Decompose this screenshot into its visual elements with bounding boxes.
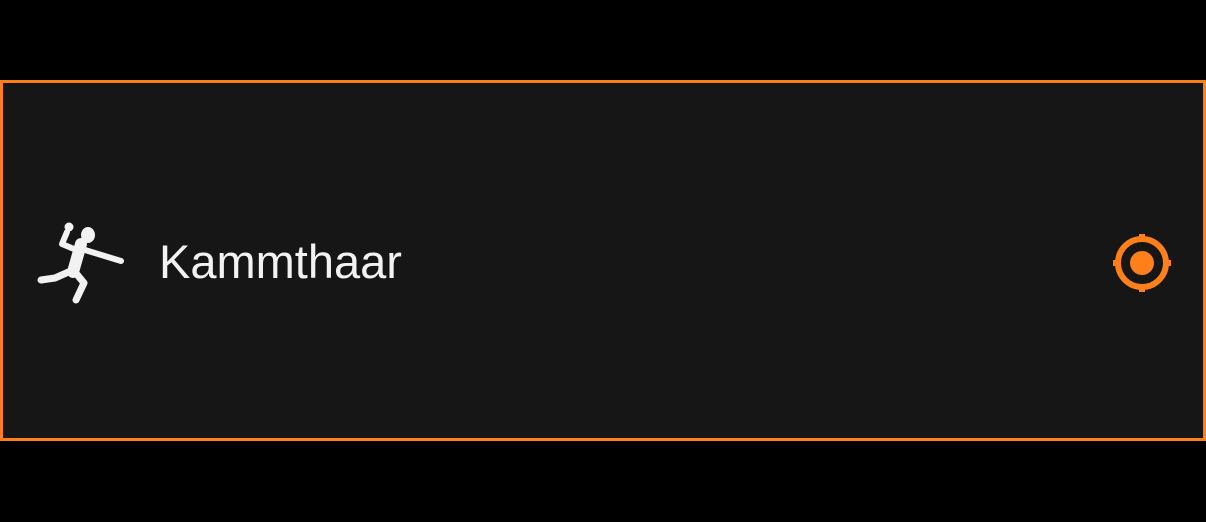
radio-button-selected[interactable] [1109,230,1175,296]
sport-option-row[interactable]: Kammthaar [0,80,1206,441]
handball-icon [37,220,125,304]
option-label: Kammthaar [159,235,402,288]
